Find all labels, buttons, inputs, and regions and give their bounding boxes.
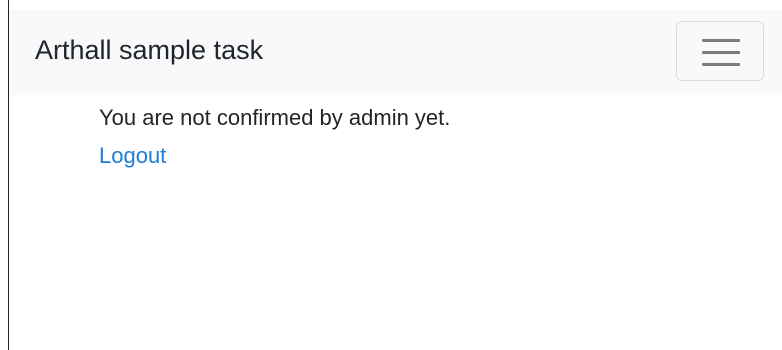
- confirmation-message: You are not confirmed by admin yet.: [99, 105, 451, 130]
- main-content: You are not confirmed by admin yet. Logo…: [99, 99, 450, 175]
- navbar: Arthall sample task: [9, 10, 782, 95]
- navbar-brand[interactable]: Arthall sample task: [35, 34, 263, 66]
- navbar-toggler-button[interactable]: [676, 21, 764, 81]
- logout-link[interactable]: Logout: [99, 137, 166, 175]
